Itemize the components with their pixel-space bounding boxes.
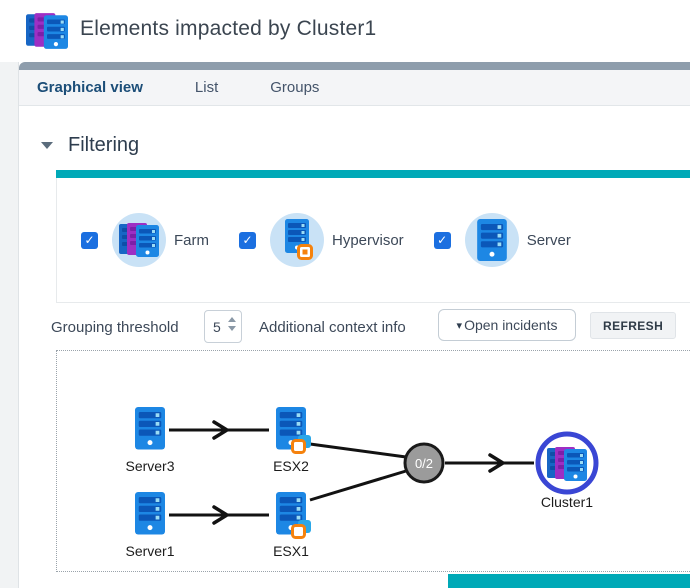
filter-item-hypervisor: ✓ Hypervisor xyxy=(239,213,404,267)
page: Elements impacted by Cluster1 Graphical … xyxy=(0,0,690,588)
node-label: ESX1 xyxy=(273,543,309,559)
node-server1[interactable]: Server1 xyxy=(125,492,174,559)
node-esx2[interactable]: ESX2 xyxy=(273,407,311,474)
filtering-title: Filtering xyxy=(68,134,139,157)
context-info-label: Additional context info xyxy=(259,319,406,336)
node-group[interactable]: 0/2 xyxy=(405,444,443,482)
filtering-section-header[interactable]: Filtering xyxy=(41,134,139,157)
main-card: Graphical view List Groups Filtering ✓ xyxy=(18,62,690,588)
node-label: ESX2 xyxy=(273,458,309,474)
refresh-button[interactable]: REFRESH xyxy=(590,312,676,339)
hypervisor-checkbox[interactable]: ✓ xyxy=(239,232,256,249)
impact-graph: Server3 ESX2 Server1 xyxy=(57,351,690,571)
page-title: Elements impacted by Cluster1 xyxy=(80,17,376,41)
farm-icon xyxy=(112,213,166,267)
node-esx1[interactable]: ESX1 xyxy=(273,492,311,559)
context-info-dropdown[interactable]: ▾ Open incidents xyxy=(438,309,576,341)
server-icon xyxy=(465,213,519,267)
server-checkbox[interactable]: ✓ xyxy=(434,232,451,249)
filtering-panel: ✓ Farm ✓ Hy xyxy=(56,170,690,303)
spinner-up-icon[interactable] xyxy=(228,317,236,322)
node-label: Server3 xyxy=(125,458,174,474)
graph-panel[interactable]: Server3 ESX2 Server1 xyxy=(56,350,690,572)
content-area: Filtering ✓ Farm ✓ xyxy=(19,106,690,588)
edge-esx2-group xyxy=(310,444,406,457)
node-cluster1[interactable]: Cluster1 xyxy=(538,434,596,510)
collapse-caret-icon[interactable] xyxy=(41,142,53,149)
dropdown-caret-icon: ▾ xyxy=(457,319,463,332)
hypervisor-icon xyxy=(270,213,324,267)
app-header: Elements impacted by Cluster1 xyxy=(0,0,690,62)
tab-groups[interactable]: Groups xyxy=(270,79,345,96)
tab-graphical-view[interactable]: Graphical view xyxy=(37,79,169,96)
tab-bar: Graphical view List Groups xyxy=(19,70,690,106)
filter-label-server: Server xyxy=(527,232,571,249)
left-gutter xyxy=(0,62,18,588)
farm-checkbox[interactable]: ✓ xyxy=(81,232,98,249)
filter-label-farm: Farm xyxy=(174,232,209,249)
grouping-threshold-value: 5 xyxy=(213,319,221,335)
spinner-down-icon[interactable] xyxy=(228,326,236,331)
tab-list[interactable]: List xyxy=(195,79,244,96)
dropdown-value: Open incidents xyxy=(464,317,557,333)
filter-item-server: ✓ Server xyxy=(434,213,571,267)
filter-item-farm: ✓ Farm xyxy=(81,213,209,267)
edge-esx1-group xyxy=(310,471,406,500)
next-panel-accent-bar xyxy=(448,574,690,588)
farm-icon xyxy=(26,9,68,58)
grouping-threshold-input[interactable]: 5 xyxy=(204,310,242,343)
node-label: Cluster1 xyxy=(541,494,593,510)
card-top-bar xyxy=(19,62,690,70)
filter-label-hypervisor: Hypervisor xyxy=(332,232,404,249)
grouping-threshold-label: Grouping threshold xyxy=(51,319,179,336)
controls-row: Grouping threshold 5 Additional context … xyxy=(19,308,690,348)
node-label: 0/2 xyxy=(415,456,433,471)
panel-accent-bar xyxy=(56,170,690,178)
node-server3[interactable]: Server3 xyxy=(125,407,174,474)
node-label: Server1 xyxy=(125,543,174,559)
